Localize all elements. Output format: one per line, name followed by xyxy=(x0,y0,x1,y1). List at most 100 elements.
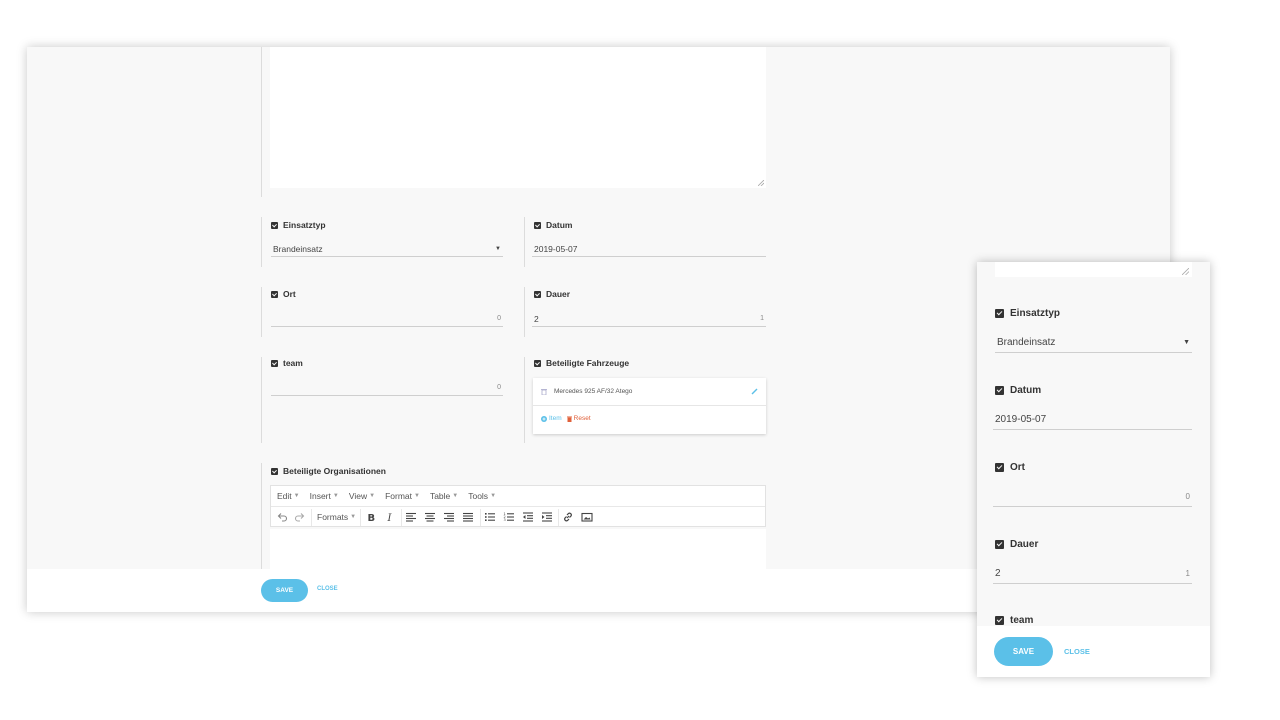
resize-handle-icon[interactable] xyxy=(758,180,764,186)
team-input[interactable]: 0 xyxy=(271,380,503,396)
menu-table[interactable]: Table ▼ xyxy=(430,491,458,501)
toolbar-separator xyxy=(480,509,481,526)
resize-handle-icon[interactable] xyxy=(1182,268,1189,275)
char-counter: 1 xyxy=(760,315,764,322)
checkbox-icon[interactable] xyxy=(271,290,278,298)
column-divider xyxy=(261,463,262,569)
fahrzeuge-label: Beteiligte Fahrzeuge xyxy=(534,358,629,368)
checkbox-icon[interactable] xyxy=(995,463,1004,472)
description-textarea[interactable] xyxy=(995,262,1192,277)
caret-down-icon: ▼ xyxy=(332,493,339,499)
column-divider xyxy=(261,47,262,197)
char-counter: 1 xyxy=(1185,569,1190,578)
einsatztyp-label: Einsatztyp xyxy=(271,220,326,230)
caret-down-icon: ▼ xyxy=(293,493,300,499)
trash-icon[interactable] xyxy=(541,388,547,395)
team-label: team xyxy=(271,358,303,368)
italic-icon[interactable]: I xyxy=(384,511,396,523)
toolbar-separator xyxy=(311,509,312,526)
team-label: team xyxy=(995,615,1033,626)
redo-icon[interactable] xyxy=(294,511,306,523)
undo-icon[interactable] xyxy=(276,511,288,523)
organisationen-label: Beteiligte Organisationen xyxy=(271,466,386,476)
rich-text-toolbar: Edit ▼ Insert ▼ View ▼ Format ▼ Table ▼ Tools… xyxy=(270,485,766,527)
char-counter: 0 xyxy=(497,384,501,391)
dauer-label: Dauer xyxy=(995,539,1038,550)
reset-button[interactable]: Reset xyxy=(566,415,591,422)
caret-down-icon: ▼ xyxy=(350,514,357,520)
menu-view[interactable]: View ▼ xyxy=(349,491,375,501)
checkbox-icon[interactable] xyxy=(995,309,1004,318)
menu-tools[interactable]: Tools ▼ xyxy=(468,491,496,501)
save-button[interactable]: SAVE xyxy=(261,579,308,602)
char-counter: 0 xyxy=(1185,492,1190,501)
align-left-icon[interactable] xyxy=(405,511,417,523)
char-counter: 0 xyxy=(497,315,501,322)
image-icon[interactable] xyxy=(581,511,593,523)
checkbox-icon[interactable] xyxy=(271,359,278,367)
add-item-button[interactable]: Item xyxy=(541,415,562,422)
checkbox-icon[interactable] xyxy=(534,359,541,367)
close-button[interactable]: CLOSE xyxy=(1064,647,1090,656)
checkbox-icon[interactable] xyxy=(271,467,278,475)
checkbox-icon[interactable] xyxy=(534,290,541,298)
caret-down-icon: ▼ xyxy=(413,493,420,499)
save-button[interactable]: SAVE xyxy=(994,637,1053,666)
bullet-list-icon[interactable] xyxy=(484,511,496,523)
editor-menubar: Edit ▼ Insert ▼ View ▼ Format ▼ Table ▼ Tools… xyxy=(277,491,496,501)
align-right-icon[interactable] xyxy=(443,511,455,523)
toolbar-separator xyxy=(558,509,559,526)
caret-down-icon: ▼ xyxy=(452,493,459,499)
einsatztyp-select[interactable]: Brandeinsatz ▼ xyxy=(271,241,503,257)
dauer-input[interactable]: 2 1 xyxy=(993,564,1192,584)
rich-text-editor-body[interactable] xyxy=(270,529,766,569)
dauer-input[interactable]: 2 1 xyxy=(532,311,766,327)
column-divider xyxy=(524,217,525,267)
menu-insert[interactable]: Insert ▼ xyxy=(310,491,339,501)
ort-label: Ort xyxy=(995,462,1025,473)
align-center-icon[interactable] xyxy=(424,511,436,523)
list-item[interactable]: Mercedes 925 AF/32 Atego xyxy=(533,378,766,406)
link-icon[interactable] xyxy=(562,511,574,523)
toolbar-divider xyxy=(271,506,765,507)
bold-icon[interactable]: B xyxy=(365,511,377,523)
einsatztyp-select[interactable]: Brandeinsatz ▼ xyxy=(995,333,1192,353)
column-divider xyxy=(261,287,262,337)
caret-down-icon: ▼ xyxy=(490,493,497,499)
datum-label: Datum xyxy=(995,385,1041,396)
outdent-icon[interactable] xyxy=(522,511,534,523)
ort-input[interactable]: 0 xyxy=(993,487,1192,507)
description-textarea[interactable] xyxy=(270,47,766,188)
einsatztyp-label: Einsatztyp xyxy=(995,308,1060,319)
numbered-list-icon[interactable]: 123 xyxy=(503,511,515,523)
indent-icon[interactable] xyxy=(541,511,553,523)
svg-text:B: B xyxy=(368,513,376,523)
fahrzeuge-list: Mercedes 925 AF/32 Atego Item Reset xyxy=(533,378,766,434)
edit-pencil-icon[interactable] xyxy=(751,388,758,395)
ort-input[interactable]: 0 xyxy=(271,311,503,327)
toolbar-separator xyxy=(360,509,361,526)
checkbox-icon[interactable] xyxy=(995,540,1004,549)
caret-down-icon: ▼ xyxy=(369,493,376,499)
column-divider xyxy=(261,357,262,443)
menu-format[interactable]: Format ▼ xyxy=(385,491,420,501)
checkbox-icon[interactable] xyxy=(271,221,278,229)
checkbox-icon[interactable] xyxy=(534,221,541,229)
menu-edit[interactable]: Edit ▼ xyxy=(277,491,300,501)
checkbox-icon[interactable] xyxy=(995,386,1004,395)
checkbox-icon[interactable] xyxy=(995,616,1004,625)
align-justify-icon[interactable] xyxy=(462,511,474,523)
ort-label: Ort xyxy=(271,289,296,299)
column-divider xyxy=(524,287,525,337)
fahrzeuge-actions: Item Reset xyxy=(541,415,591,422)
mobile-form-panel: Einsatztyp Brandeinsatz ▼ Datum 2019-05-… xyxy=(977,262,1210,677)
datum-input[interactable]: 2019-05-07 xyxy=(532,241,766,257)
formats-dropdown[interactable]: Formats ▼ xyxy=(317,512,356,522)
trash-icon xyxy=(566,416,572,422)
svg-text:3: 3 xyxy=(504,518,506,522)
fahrzeug-item-label: Mercedes 925 AF/32 Atego xyxy=(554,388,633,395)
close-button[interactable]: CLOSE xyxy=(317,586,338,592)
svg-text:I: I xyxy=(387,513,393,523)
datum-input[interactable]: 2019-05-07 xyxy=(993,410,1192,430)
column-divider xyxy=(524,357,525,443)
